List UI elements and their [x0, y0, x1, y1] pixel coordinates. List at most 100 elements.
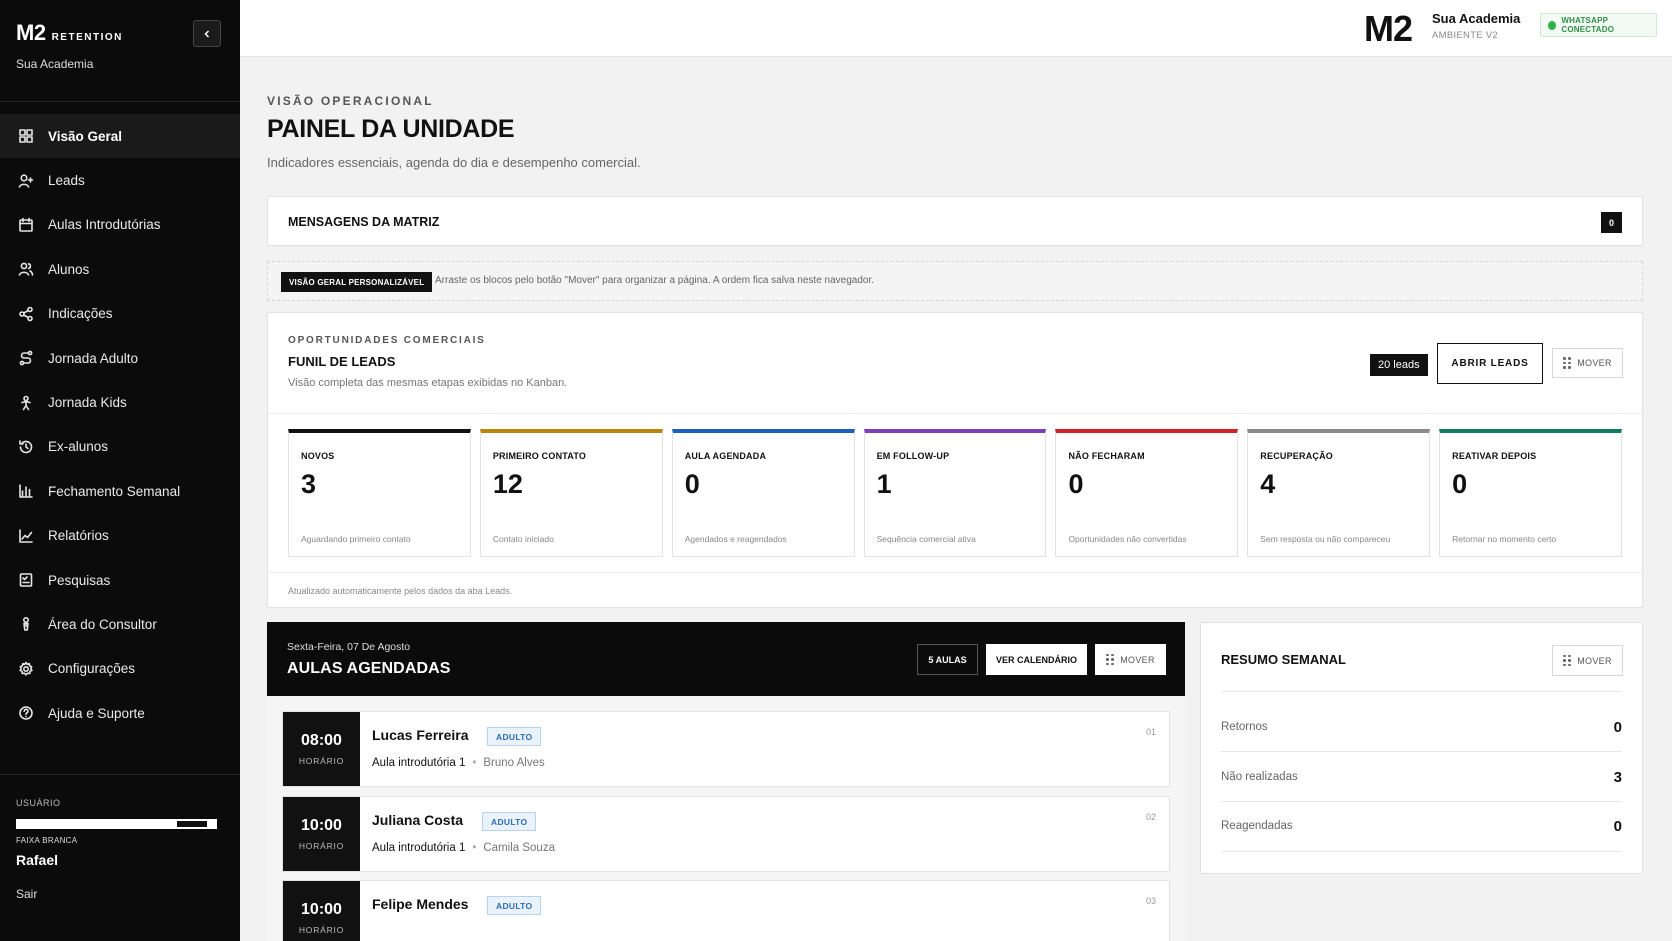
chevron-left-icon — [204, 29, 210, 38]
row-number: 01 — [1145, 727, 1156, 737]
user-plus-icon — [18, 173, 34, 189]
summary-value-retornos: 0 — [1613, 719, 1622, 736]
sidebar-item-ajuda-e-suporte[interactable]: Ajuda e Suporte — [0, 691, 240, 735]
sidebar-item-alunos[interactable]: Alunos — [0, 247, 240, 291]
sidebar-item-label: Alunos — [48, 261, 90, 277]
stage-nao-fecharam[interactable]: NÃO FECHARAM 0 Oportunidades não convert… — [1055, 429, 1239, 557]
sidebar-item-area-do-consultor[interactable]: Área do Consultor — [0, 602, 240, 646]
sidebar-item-label: Aulas Introdutórias — [48, 217, 161, 233]
summary-label-retornos: Retornos — [1221, 721, 1268, 733]
sidebar-item-configuracoes[interactable]: Configurações — [0, 647, 240, 691]
stage-recuperacao[interactable]: RECUPERAÇÃO 4 Sem resposta ou não compar… — [1247, 429, 1431, 557]
calendar-icon — [18, 217, 34, 233]
sidebar-item-label: Visão Geral — [48, 128, 123, 144]
sidebar-item-ex-alunos[interactable]: Ex-alunos — [0, 425, 240, 469]
weekly-summary-card: RESUMO SEMANAL MOVER Retornos 0 Não real… — [1200, 622, 1643, 874]
messages-card[interactable]: MENSAGENS DA MATRIZ 0 — [267, 196, 1643, 246]
brand-logo[interactable]: M2 RETENTION — [16, 20, 123, 46]
class-time: 08:00 — [301, 732, 342, 749]
open-leads-button[interactable]: ABRIR LEADS — [1437, 343, 1543, 384]
student-name: Felipe Mendes — [372, 896, 469, 912]
help-icon — [18, 705, 34, 721]
stage-novos[interactable]: NOVOS 3 Aguardando primeiro contato — [288, 429, 471, 557]
customization-tag: VISÃO GERAL PERSONALIZÁVEL — [281, 272, 433, 292]
stage-em-follow-up[interactable]: EM FOLLOW-UP 1 Sequência comercial ativa — [863, 429, 1047, 557]
classes-count-button[interactable]: 5 AULAS — [917, 644, 978, 675]
class-row[interactable]: 10:00 HORÁRIO Juliana Costa ADULTO Aula … — [282, 796, 1170, 872]
class-time: 10:00 — [301, 901, 342, 918]
stage-primeiro-contato[interactable]: PRIMEIRO CONTATO 12 Contato iniciado — [479, 429, 663, 557]
brand-retention: RETENTION — [51, 32, 123, 43]
page-subtitle: Indicadores essenciais, agenda do dia e … — [267, 155, 641, 170]
stage-name: REATIVAR DEPOIS — [1452, 451, 1537, 461]
bar-chart-icon — [18, 483, 34, 499]
sidebar-item-jornada-kids[interactable]: Jornada Kids — [0, 380, 240, 424]
stage-aula-agendada[interactable]: AULA AGENDADA 0 Agendados e reagendados — [671, 429, 855, 557]
sidebar-item-jornada-adulto[interactable]: Jornada Adulto — [0, 336, 240, 380]
weekly-move-button[interactable]: MOVER — [1552, 645, 1623, 676]
route-icon — [18, 350, 34, 366]
sidebar-item-label: Fechamento Semanal — [48, 483, 181, 499]
whatsapp-status-badge[interactable]: WHATSAPP CONECTADO — [1540, 13, 1657, 37]
summary-divider — [1221, 751, 1622, 752]
class-time-box: 10:00 HORÁRIO — [283, 881, 360, 941]
class-info: Aula introdutória 1 • Camila Souza — [372, 842, 555, 854]
stage-description: Aguardando primeiro contato — [301, 534, 411, 544]
move-label: MOVER — [1577, 655, 1612, 666]
stage-name: NOVOS — [301, 451, 335, 461]
move-label: MOVER — [1577, 358, 1612, 368]
drag-handle-icon — [1106, 653, 1114, 666]
line-chart-icon — [18, 528, 34, 544]
sidebar-item-relatorios[interactable]: Relatórios — [0, 514, 240, 558]
sidebar-item-label: Configurações — [48, 661, 136, 677]
stage-description: Sequência comercial ativa — [876, 534, 976, 544]
classes-move-button[interactable]: MOVER — [1095, 644, 1166, 675]
funnel-move-button[interactable]: MOVER — [1552, 348, 1623, 378]
stage-count: 0 — [1068, 469, 1084, 499]
sidebar-item-label: Pesquisas — [48, 572, 111, 588]
summary-divider — [1221, 801, 1622, 802]
summary-label-reagendadas: Reagendadas — [1221, 820, 1293, 832]
teacher-name: Bruno Alves — [483, 757, 545, 769]
grid-icon — [18, 128, 34, 144]
stage-description: Retornar no momento certo — [1452, 534, 1557, 544]
sidebar-item-label: Ex-alunos — [48, 439, 109, 455]
sidebar-item-aulas-introdutorias[interactable]: Aulas Introdutórias — [0, 203, 240, 247]
sidebar-item-fechamento-semanal[interactable]: Fechamento Semanal — [0, 469, 240, 513]
stage-reativar-depois[interactable]: REATIVAR DEPOIS 0 Retornar no momento ce… — [1439, 429, 1623, 557]
funnel-divider — [268, 413, 1642, 414]
sidebar-item-leads[interactable]: Leads — [0, 158, 240, 202]
class-row[interactable]: 10:00 HORÁRIO Felipe Mendes ADULTO 03 — [282, 880, 1170, 941]
stage-count: 0 — [684, 469, 700, 499]
class-time: 10:00 — [301, 817, 342, 834]
consultant-icon — [18, 616, 34, 632]
page-eyebrow: VISÃO OPERACIONAL — [267, 94, 434, 108]
sidebar-item-label: Ajuda e Suporte — [48, 705, 145, 721]
belt-indicator — [16, 819, 217, 829]
class-time-label: HORÁRIO — [298, 925, 345, 935]
sidebar-academy-name: Sua Academia — [16, 57, 94, 71]
top-bar: M2 Sua Academia AMBIENTE V2 WHATSAPP CON… — [240, 0, 1672, 57]
summary-value-reagendadas: 0 — [1613, 818, 1622, 835]
row-number: 03 — [1145, 896, 1156, 906]
summary-value-nao-realizadas: 3 — [1613, 769, 1622, 786]
stage-count: 0 — [1452, 469, 1468, 499]
class-row[interactable]: 08:00 HORÁRIO Lucas Ferreira ADULTO Aula… — [282, 711, 1170, 787]
sidebar-nav: Visão Geral Leads Aulas Introdutórias Al… — [0, 114, 240, 735]
funnel-footer-note: Atualizado automaticamente pelos dados d… — [288, 586, 513, 596]
sidebar-item-label: Área do Consultor — [48, 616, 157, 632]
collapse-sidebar-button[interactable] — [193, 20, 221, 47]
leads-count-badge: 20 leads — [1370, 354, 1428, 376]
status-dot-icon — [1548, 20, 1557, 30]
sidebar-item-indicacoes[interactable]: Indicações — [0, 292, 240, 336]
user-name: Rafael — [16, 852, 59, 868]
sidebar-item-pesquisas[interactable]: Pesquisas — [0, 558, 240, 602]
gear-icon — [18, 661, 34, 677]
drag-handle-icon — [1563, 654, 1571, 667]
stage-name: NÃO FECHARAM — [1068, 451, 1145, 461]
stage-description: Sem resposta ou não compareceu — [1260, 534, 1391, 544]
sidebar-item-visao-geral[interactable]: Visão Geral — [0, 114, 240, 159]
move-label: MOVER — [1120, 654, 1155, 665]
logout-link[interactable]: Sair — [16, 887, 37, 901]
view-calendar-button[interactable]: VER CALENDÁRIO — [986, 644, 1087, 675]
